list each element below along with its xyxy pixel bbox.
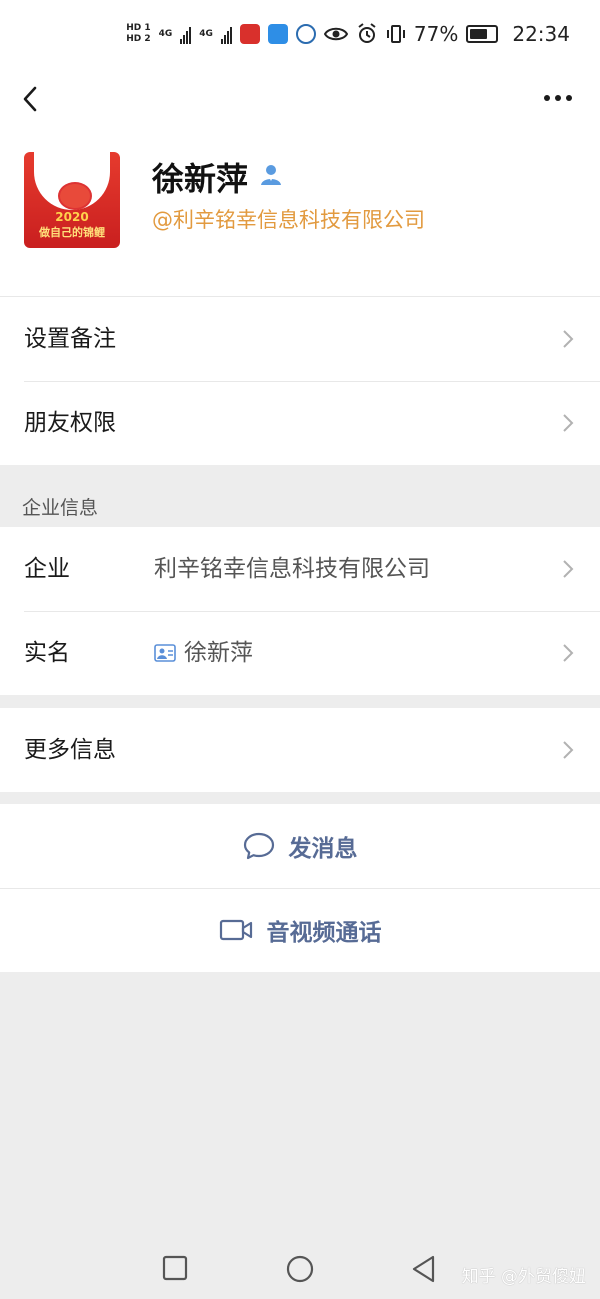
recent-apps-icon[interactable]: [161, 1254, 191, 1284]
signal-icon: [220, 24, 232, 44]
chevron-right-icon: [563, 741, 574, 759]
video-call-button[interactable]: 音视频通话: [0, 888, 600, 972]
chat-bubble-icon: [243, 832, 274, 860]
real-name-value: 徐新萍: [184, 640, 253, 666]
section-title: 企业信息: [22, 497, 99, 519]
enterprise-label: 企业: [24, 556, 70, 582]
avatar-year: 2020: [55, 210, 89, 224]
company-tag[interactable]: @利辛铭幸信息科技有限公司: [152, 204, 425, 234]
more-dot-icon: [544, 95, 550, 101]
back-triangle-icon[interactable]: [409, 1254, 439, 1284]
battery-percent: 77%: [413, 22, 459, 46]
more-dot-icon: [566, 95, 572, 101]
more-dot-icon: [555, 95, 561, 101]
app-notification-icon: [267, 24, 288, 44]
avatar[interactable]: 2020 做自己的锦鲤: [24, 152, 120, 248]
network-label-2: 4G: [199, 29, 213, 39]
battery-icon: [466, 25, 499, 43]
settings-group: 设置备注 朋友权限: [0, 296, 600, 465]
avatar-slogan: 做自己的锦鲤: [39, 226, 105, 239]
clock: 22:34: [512, 22, 570, 46]
hd1-label: HD 1: [126, 23, 151, 33]
more-options-button[interactable]: [538, 82, 578, 114]
verified-person-icon: [261, 165, 281, 185]
set-remark-row[interactable]: 设置备注: [0, 297, 600, 381]
video-camera-icon: [219, 919, 252, 941]
app-notification-icon: [239, 24, 260, 44]
top-nav: [0, 68, 600, 128]
more-info-label: 更多信息: [24, 737, 116, 763]
contact-name: 徐新萍: [152, 160, 249, 198]
more-info-row[interactable]: 更多信息: [0, 708, 600, 792]
enterprise-section-header: 企业信息: [0, 465, 600, 527]
id-card-icon: [154, 644, 176, 662]
vibrate-icon: [386, 25, 405, 43]
real-name-value-wrap: 徐新萍: [154, 611, 253, 695]
alarm-icon: [358, 23, 376, 43]
back-arrow-icon: [23, 86, 37, 112]
video-call-label: 音视频通话: [266, 920, 382, 946]
back-button[interactable]: [16, 76, 56, 120]
send-message-label: 发消息: [288, 836, 358, 862]
koi-fish-icon: [58, 182, 92, 210]
friend-permission-label: 朋友权限: [24, 410, 116, 436]
signal-icon: [180, 24, 192, 44]
send-message-button[interactable]: 发消息: [0, 804, 600, 888]
real-name-row[interactable]: 实名 徐新萍: [0, 611, 600, 695]
set-remark-label: 设置备注: [24, 326, 116, 352]
enterprise-row[interactable]: 企业 利辛铭幸信息科技有限公司: [0, 527, 600, 611]
chevron-right-icon: [563, 560, 574, 578]
app-notification-icon: [295, 24, 316, 44]
hd-indicator: HD 1 HD 2: [126, 23, 150, 45]
action-group: 发消息 音视频通话: [0, 804, 600, 972]
chevron-right-icon: [563, 330, 574, 348]
status-bar: HD 1 HD 2 4G 4G 77% 22:34: [0, 0, 600, 68]
network-label-1: 4G: [158, 29, 173, 39]
eye-icon: [323, 27, 348, 41]
hd2-label: HD 2: [126, 34, 151, 44]
enterprise-value: 利辛铭幸信息科技有限公司: [154, 556, 430, 582]
real-name-label: 实名: [24, 640, 70, 666]
enterprise-group: 企业 利辛铭幸信息科技有限公司 实名 徐新萍: [0, 527, 600, 695]
watermark: 知乎 @外贸傻妞: [461, 1267, 586, 1287]
more-info-group: 更多信息: [0, 708, 600, 792]
home-icon[interactable]: [285, 1254, 315, 1284]
chevron-right-icon: [563, 644, 574, 662]
friend-permission-row[interactable]: 朋友权限: [0, 381, 600, 465]
profile-header: 2020 做自己的锦鲤 徐新萍 @利辛铭幸信息科技有限公司: [0, 128, 600, 296]
chevron-right-icon: [563, 414, 574, 432]
